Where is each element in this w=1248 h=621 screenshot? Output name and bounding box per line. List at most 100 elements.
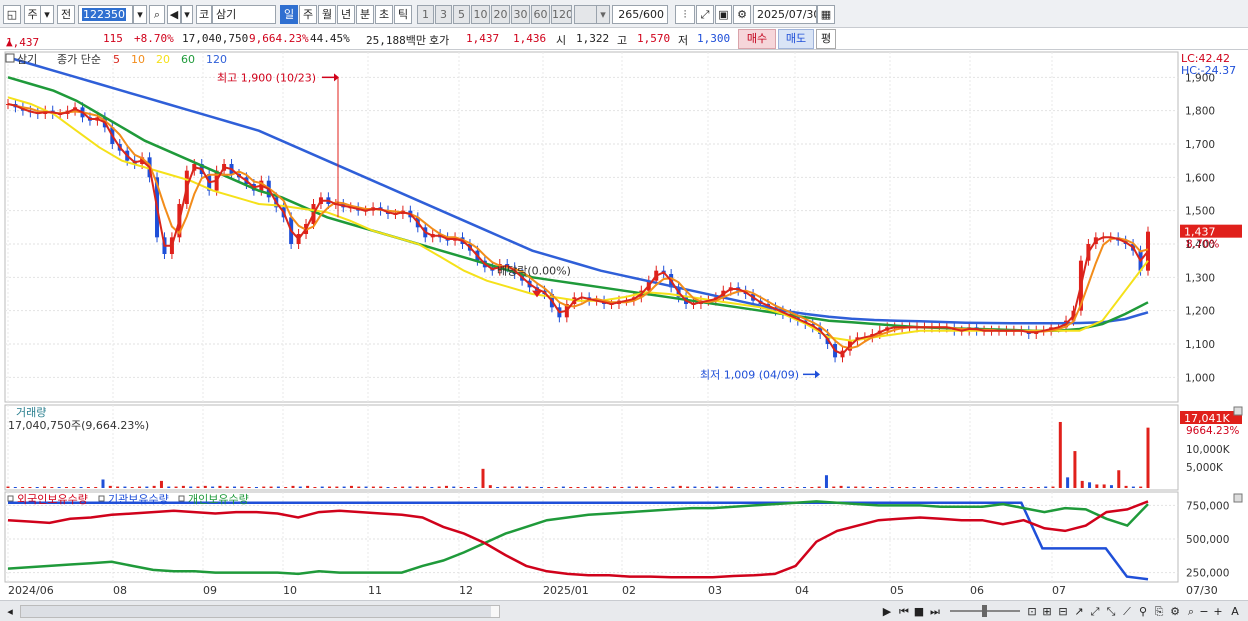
volume-bar [956, 487, 960, 488]
stock-name-field[interactable]: 삼기 [212, 5, 276, 24]
volume-y-tick: 5,000K [1186, 462, 1224, 474]
x-axis-right-label: 07/30 [1186, 584, 1218, 597]
bottom-scrollbar: ◂ ▶ ⏮ ■ ⏭ ⊡ ⊞ ⊟ ↗ ⤢ ⤡ ⟋ ⚲ ⎘ ⚙ ⌕ − + A [0, 600, 1248, 621]
holding-legend-marker [7, 495, 14, 502]
last-icon[interactable]: ⏭ [927, 604, 943, 619]
play-icon[interactable]: ▶ [880, 604, 894, 619]
x-axis-label: 10 [283, 584, 297, 597]
interval-button[interactable]: 30 [511, 5, 530, 24]
low-annotation: 최저 1,009 (04/09) [700, 368, 799, 381]
period-button[interactable]: 틱 [394, 5, 412, 24]
scroll-thumb[interactable] [21, 606, 491, 617]
volume-bar [452, 486, 456, 488]
interval-button[interactable]: 3 [435, 5, 452, 24]
interval-button[interactable]: 1 [417, 5, 434, 24]
volume-bar [890, 487, 894, 488]
zoom-in-icon[interactable]: + [1212, 604, 1224, 619]
volume-bar [510, 486, 514, 488]
x-axis-label: 09 [203, 584, 217, 597]
volume-bar [276, 486, 280, 488]
volume-value-text: 17,040,750주(9,664.23%) [8, 419, 149, 432]
eval-button[interactable]: 평 [816, 29, 836, 49]
chart-window-icon[interactable]: ◱ [3, 5, 21, 24]
buy-button[interactable]: 매수 [738, 29, 776, 49]
x-axis-label: 05 [890, 584, 904, 597]
price-change: 115 [103, 32, 123, 45]
search-icon[interactable]: ⌕ [149, 5, 165, 24]
interval-button[interactable]: 60 [531, 5, 550, 24]
volume-bar [759, 487, 763, 488]
zoom-slider-handle[interactable] [982, 605, 987, 617]
volume-bar [627, 486, 631, 488]
interval-button[interactable]: 10 [471, 5, 490, 24]
volume-bar [357, 486, 361, 488]
interval-button[interactable]: 20 [491, 5, 510, 24]
tool-icon-d[interactable]: ⤢ [1088, 604, 1102, 619]
type-dropdown-icon[interactable]: ▾ [40, 5, 54, 24]
volume-bar [518, 486, 522, 488]
sound-icon[interactable]: ◀ [167, 5, 181, 24]
volume-bar [934, 487, 938, 488]
chart-area[interactable]: 1,900 1,800 1,700 1,600 1,500 1,400 1,300 1,200… [0, 50, 1248, 602]
stop-icon[interactable]: ■ [912, 604, 926, 619]
x-axis-label: 12 [459, 584, 473, 597]
holding-y-tick: 500,000 [1186, 534, 1229, 546]
interval-button[interactable]: 5 [453, 5, 470, 24]
volume-bar [474, 487, 478, 488]
count-field[interactable]: 265/600 [612, 5, 668, 24]
period-button[interactable]: 년 [337, 5, 355, 24]
tool-icon-c[interactable]: ↗ [1072, 604, 1086, 619]
holding-legend-marker [178, 495, 185, 502]
zoom-out-icon[interactable]: − [1198, 604, 1210, 619]
tool-icon-b[interactable]: ⊟ [1056, 604, 1070, 619]
scroll-track[interactable] [20, 605, 500, 618]
period-button[interactable]: 주 [299, 5, 317, 24]
tool-icon-i[interactable]: ⚙ [1168, 604, 1182, 619]
sell-button[interactable]: 매도 [778, 29, 814, 49]
scroll-left-icon[interactable]: ◂ [4, 604, 16, 619]
price-y-tick: 1,000 [1185, 372, 1215, 384]
sound-dropdown-icon[interactable]: ▾ [181, 5, 193, 24]
price-y-tick: 1,300 [1185, 272, 1215, 284]
x-axis-label: 04 [795, 584, 809, 597]
volume-bar [503, 486, 507, 488]
tool-icon-a[interactable]: ⊞ [1040, 604, 1054, 619]
first-icon[interactable]: ⏮ [896, 604, 912, 619]
volume-bar [262, 486, 266, 488]
volume-bar [313, 487, 317, 488]
period-button[interactable]: 월 [318, 5, 336, 24]
volume-bar [481, 468, 485, 488]
interval-dropdown-icon[interactable]: ▾ [596, 5, 610, 24]
volume-bar [284, 487, 288, 488]
calendar-icon[interactable]: ▦ [817, 5, 835, 24]
prev-button[interactable]: 전 [57, 5, 75, 24]
stock-chart-svg[interactable]: 1,9001,8001,7001,6001,5001,4001,3001,200… [0, 50, 1248, 602]
volume-bar [554, 487, 558, 488]
code-dropdown-icon[interactable]: ▾ [133, 5, 147, 24]
date-field[interactable]: 2025/07/30 [753, 5, 817, 24]
zoom-search-icon[interactable]: ⌕ [1184, 604, 1198, 619]
period-button[interactable]: 일 [280, 5, 298, 24]
period-button[interactable]: 초 [375, 5, 393, 24]
volume-bar [152, 485, 156, 488]
volume-bar [993, 487, 997, 488]
volume-bar [751, 487, 755, 488]
code-input[interactable]: 122350 [78, 5, 133, 24]
period-button[interactable]: 분 [356, 5, 374, 24]
settings-gear-icon[interactable]: ⚙ [733, 5, 751, 24]
tool-icon-g[interactable]: ⚲ [1136, 604, 1150, 619]
interval-button[interactable]: 120 [551, 5, 572, 24]
font-size-icon[interactable]: A [1228, 604, 1242, 619]
volume-bar [1044, 486, 1048, 488]
draw-tool-icon[interactable]: ⤢ [696, 5, 714, 24]
zoom-fit-icon[interactable]: ⊡ [1025, 604, 1039, 619]
save-icon[interactable]: ▣ [715, 5, 732, 24]
volume-bar [963, 487, 967, 488]
candle-type-icon[interactable]: ⫶ [675, 5, 695, 24]
tool-icon-e[interactable]: ⤡ [1104, 604, 1118, 619]
type-selector[interactable]: 주 [24, 5, 40, 24]
volume-bar [466, 487, 470, 488]
tool-icon-f[interactable]: ⟋ [1120, 604, 1134, 619]
tool-icon-h[interactable]: ⎘ [1152, 604, 1166, 619]
turnover-pct: 44.45% [310, 32, 350, 45]
